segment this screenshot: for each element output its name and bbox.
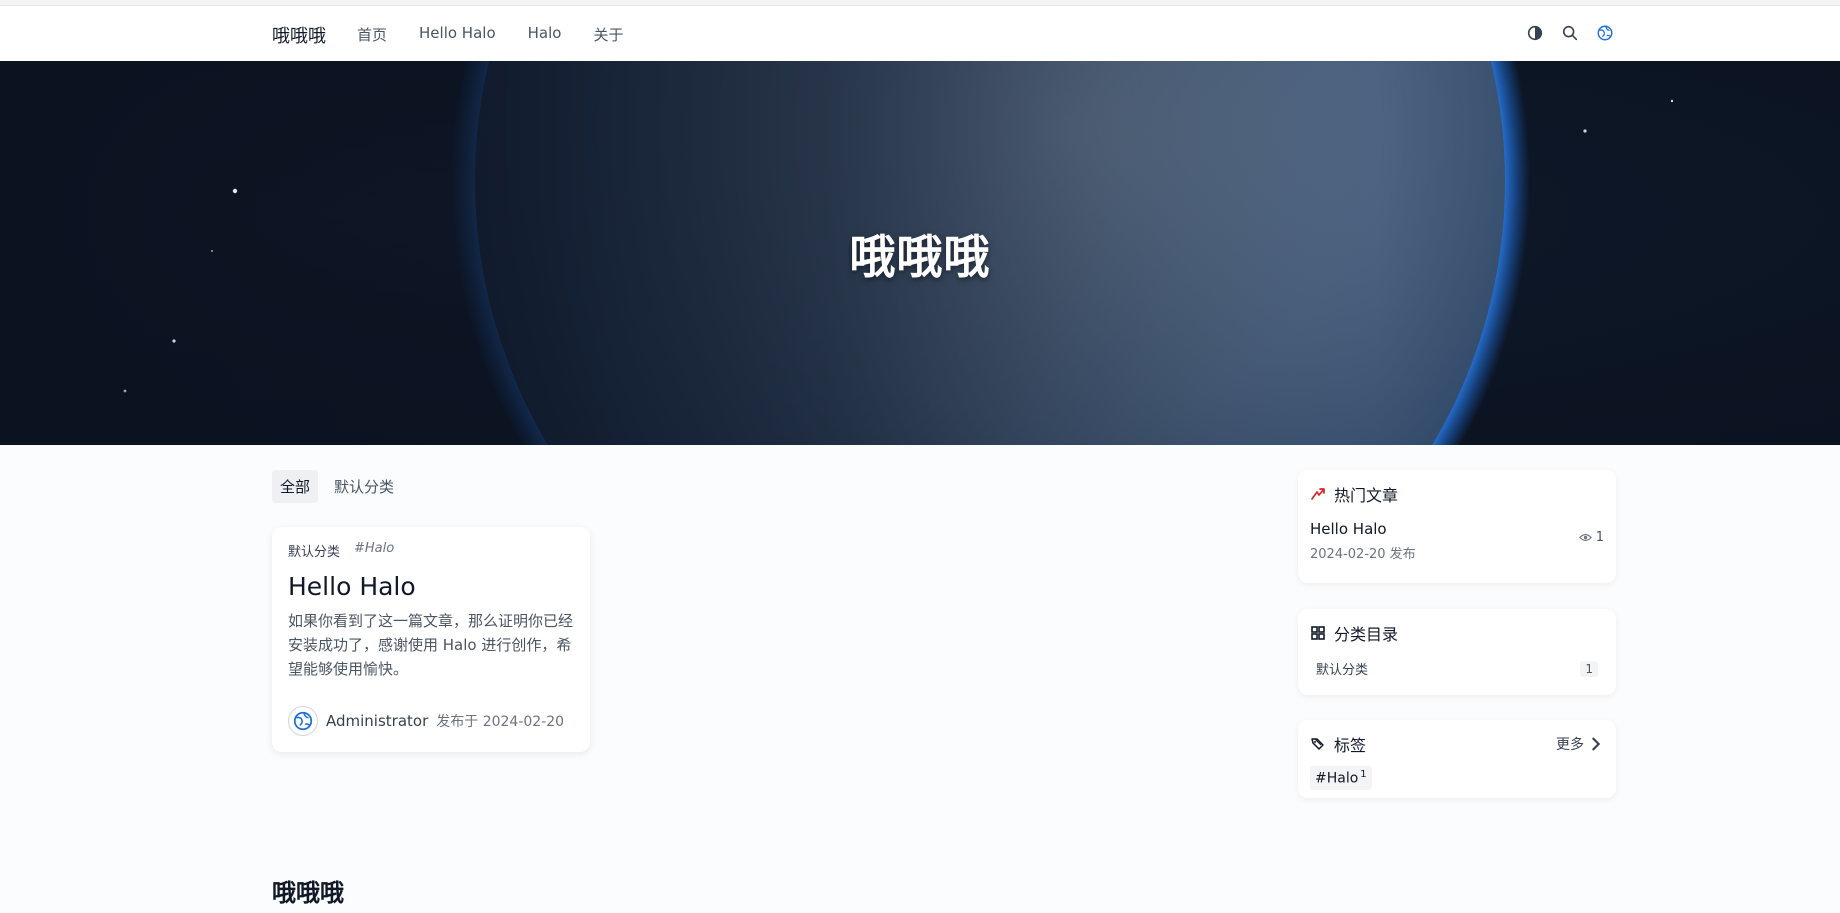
tag-chip-name: #Halo [1315,770,1359,787]
site-brand[interactable]: 哦哦哦 [272,22,326,48]
post-card[interactable]: 默认分类 #Halo Hello Halo 如果你看到了这一篇文章，那么证明你已… [272,527,590,752]
post-category-link[interactable]: 默认分类 [288,541,340,560]
tags-widget: 标签 更多 #Halo 1 [1298,720,1616,798]
chevron-right-icon [1592,737,1601,751]
category-item[interactable]: 默认分类 1 [1310,659,1604,678]
nav-item-about[interactable]: 关于 [593,24,623,45]
eye-icon [1578,534,1592,541]
hot-posts-widget: 热门文章 Hello Halo 2024-02-20 发布 1 [1298,470,1616,583]
tags-title: 标签 [1334,736,1367,755]
trending-icon [1311,488,1325,500]
globe-icon[interactable] [1596,24,1614,42]
navbar: 哦哦哦 首页 Hello Halo Halo 关于 [0,6,1840,61]
tag-chip-count: 1 [1360,769,1367,780]
globe-icon [293,711,313,731]
tag-icon [1311,738,1324,750]
post-meta: 默认分类 #Halo [288,541,574,560]
category-count: 1 [1580,660,1598,677]
avatar[interactable] [288,706,318,736]
nav-item-halo[interactable]: Halo [528,24,562,45]
main-nav: 首页 Hello Halo Halo 关于 [357,24,623,45]
tab-all[interactable]: 全部 [272,470,319,503]
views-count: 1 [1595,530,1604,545]
tag-chip[interactable]: #Halo 1 [1310,766,1372,790]
post-excerpt: 如果你看到了这一篇文章，那么证明你已经安装成功了，感谢使用 Halo 进行创作，… [288,612,574,678]
author-name[interactable]: Administrator [326,712,428,730]
grid-icon [1311,626,1325,640]
hero-banner: 哦哦哦 [0,61,1840,445]
hot-post-views: 1 [1578,530,1604,545]
post-tag-link[interactable]: #Halo [354,541,394,560]
hot-post-date: 2024-02-20 发布 [1310,547,1416,562]
nav-item-home[interactable]: 首页 [357,24,387,45]
category-tabs: 全部 默认分类 [272,470,402,503]
hot-posts-header: 热门文章 [1310,482,1604,506]
categories-header: 分类目录 [1310,621,1604,645]
category-name[interactable]: 默认分类 [1316,659,1368,678]
tags-more-link[interactable]: 更多 [1556,734,1604,754]
nav-actions [1526,24,1614,42]
tags-header: 标签 更多 [1310,732,1604,756]
post-title[interactable]: Hello Halo [288,572,574,601]
footer-site-title: 哦哦哦 [272,879,344,907]
hot-post-title[interactable]: Hello Halo [1310,520,1604,538]
hot-posts-title: 热门文章 [1334,486,1399,505]
more-label: 更多 [1556,737,1584,753]
theme-toggle-icon[interactable] [1526,24,1544,42]
categories-title: 分类目录 [1334,625,1399,644]
search-icon[interactable] [1561,24,1579,42]
nav-item-hello-halo[interactable]: Hello Halo [419,24,496,45]
categories-widget: 分类目录 默认分类 1 [1298,609,1616,695]
post-footer: Administrator 发布于 2024-02-20 [288,706,564,736]
tab-default-category[interactable]: 默认分类 [326,470,402,503]
post-date: 发布于 2024-02-20 [436,714,565,730]
hot-post-item[interactable]: Hello Halo 2024-02-20 发布 1 [1310,520,1604,562]
hero-title: 哦哦哦 [849,230,991,284]
